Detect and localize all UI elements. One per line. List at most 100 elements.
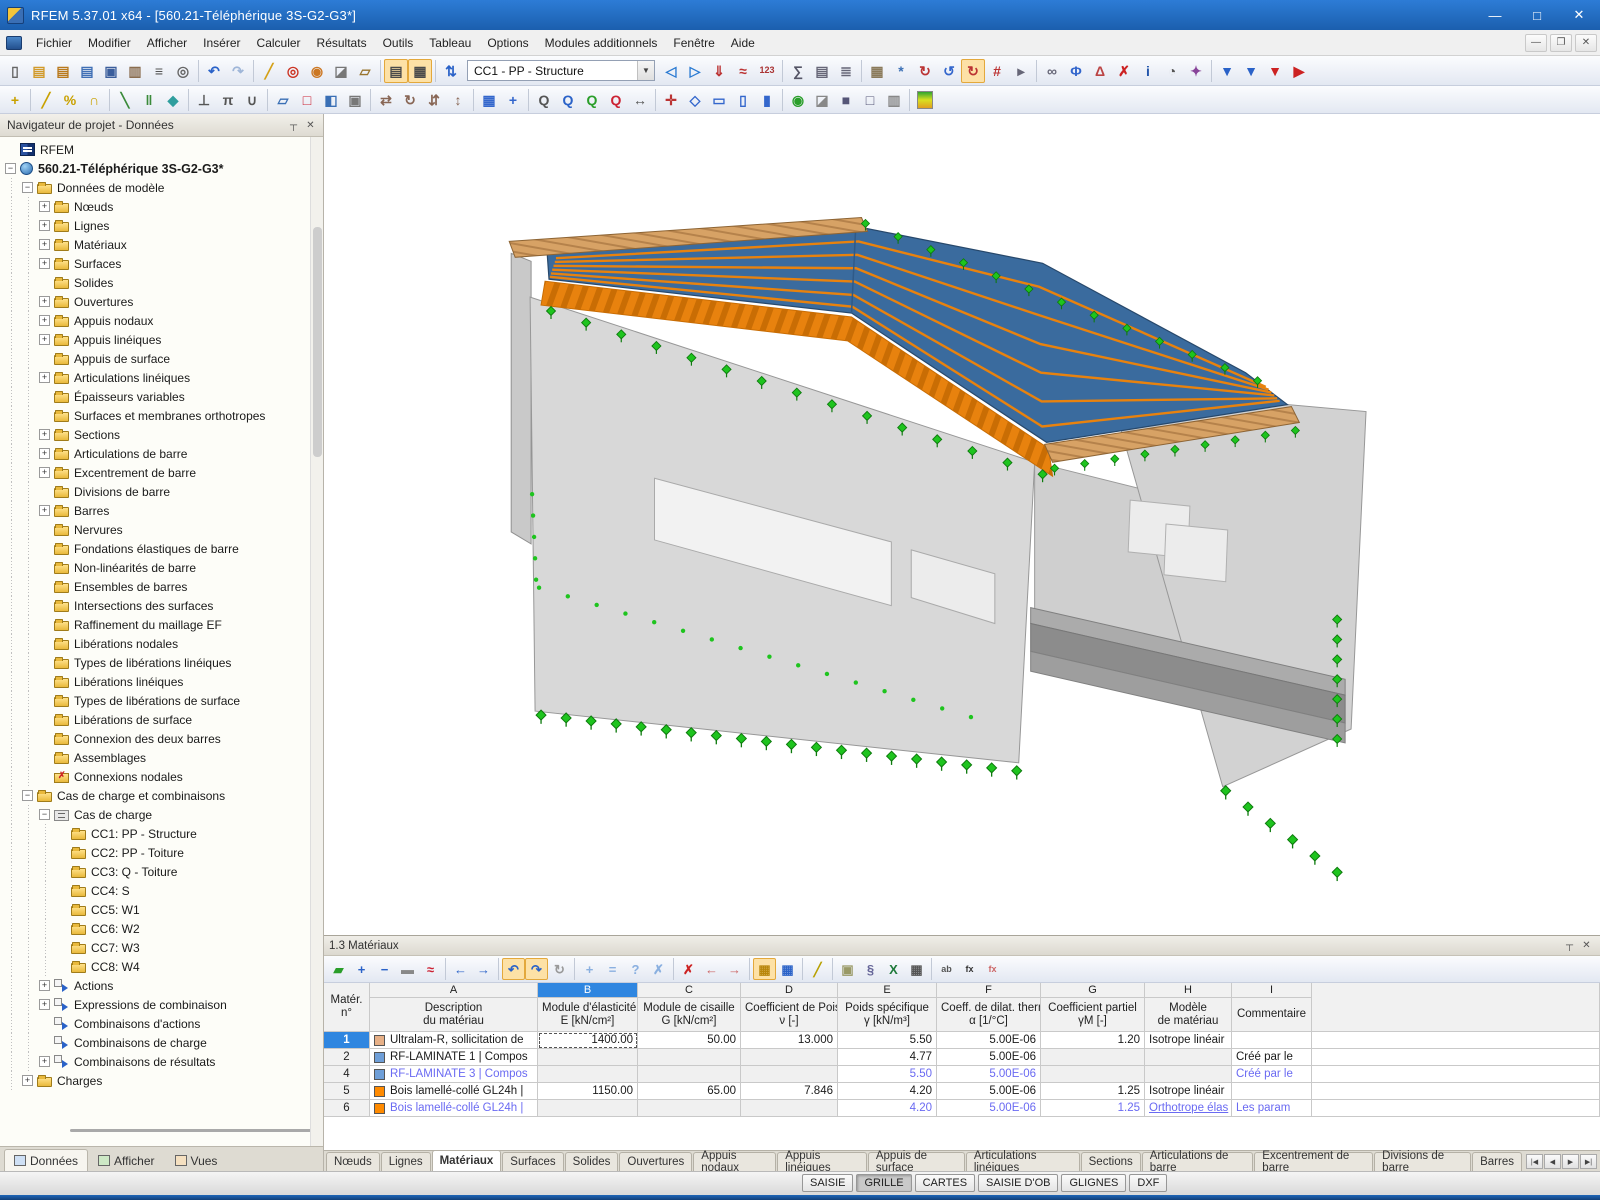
tree-item-combinaisons-d-actions[interactable]: Combinaisons d'actions	[4, 1014, 310, 1033]
tree-item-combinaisons-de-charge[interactable]: Combinaisons de charge	[4, 1033, 310, 1052]
tree-item-surfaces-et-membranes-orthotro[interactable]: Surfaces et membranes orthotropes	[4, 406, 310, 425]
table-tab-n-uds[interactable]: Nœuds	[326, 1152, 380, 1171]
panel-toggle-icon[interactable]: ▥	[882, 88, 906, 112]
fx-icon[interactable]: fx	[958, 958, 981, 980]
tree-item-cc1-pp-structure[interactable]: CC1: PP - Structure	[4, 824, 310, 843]
tree-item-cc6-w2[interactable]: CC6: W2	[4, 919, 310, 938]
cell-help-icon[interactable]: ?	[624, 958, 647, 980]
cell-edit-icon[interactable]: =	[601, 958, 624, 980]
cell-gamma[interactable]: 4.77	[838, 1049, 937, 1066]
tree-resize-grip[interactable]	[70, 1129, 323, 1132]
column-header-i[interactable]: Commentaire	[1232, 998, 1312, 1032]
tree-item-cas-de-charge-et-combinaisons[interactable]: −Cas de charge et combinaisons	[4, 786, 310, 805]
move-copy-icon[interactable]: ⇄	[374, 88, 398, 112]
expand-icon[interactable]: +	[22, 1075, 33, 1086]
zoom-cancel-icon[interactable]: Q	[604, 88, 628, 112]
excel-export-icon[interactable]: X	[882, 958, 905, 980]
rotate-negative-icon[interactable]: ↺	[937, 59, 961, 83]
cell-g[interactable]	[638, 1100, 741, 1117]
tree-item-types-de-lib-rations-de-surfac[interactable]: Types de libérations de surface	[4, 691, 310, 710]
cell-e[interactable]: 1150.00	[538, 1083, 638, 1100]
table-tab-mat-riaux[interactable]: Matériaux	[432, 1150, 502, 1171]
menu-outils[interactable]: Outils	[375, 31, 422, 55]
expand-icon[interactable]: +	[39, 258, 50, 269]
tree-item-cc5-w1[interactable]: CC5: W1	[4, 900, 310, 919]
save-icon[interactable]: ▣	[99, 59, 123, 83]
next-tab-button[interactable]: ▶	[1562, 1154, 1579, 1169]
tree-item-cas-de-charge[interactable]: −Cas de charge	[4, 805, 310, 824]
table-tab-divisions-de-barre[interactable]: Divisions de barre	[1374, 1152, 1471, 1171]
menu-fen-tre[interactable]: Fenêtre	[665, 31, 722, 55]
support-nodal-icon[interactable]: ⊥	[192, 88, 216, 112]
cell-g[interactable]	[638, 1049, 741, 1066]
tree-item-fondations-lastiques-de-barre[interactable]: Fondations élastiques de barre	[4, 539, 310, 558]
chart-icon[interactable]: ≈	[419, 958, 442, 980]
render-solid-icon[interactable]: ■	[834, 88, 858, 112]
table-tab-articulations-de-barre[interactable]: Articulations de barre	[1142, 1152, 1254, 1171]
clipboard-icon[interactable]: ▥	[123, 59, 147, 83]
flag-red-1-icon[interactable]: ▼	[1263, 59, 1287, 83]
axis-icon[interactable]: Φ	[1064, 59, 1088, 83]
table-tab-surfaces[interactable]: Surfaces	[502, 1152, 563, 1171]
tree-item-combinaisons-de-r-sultats[interactable]: +Combinaisons de résultats	[4, 1052, 310, 1071]
table-tab-excentrement-de-barre[interactable]: Excentrement de barre	[1254, 1152, 1373, 1171]
maximize-button[interactable]: □	[1516, 0, 1558, 30]
mdi-restore-button[interactable]: ❐	[1550, 34, 1572, 52]
tree-item-rfem[interactable]: RFEM	[4, 140, 310, 159]
expand-icon[interactable]: +	[39, 372, 50, 383]
menu-fichier[interactable]: Fichier	[28, 31, 80, 55]
mirror-copy-icon[interactable]: ⇵	[422, 88, 446, 112]
cell-nu[interactable]	[741, 1100, 838, 1117]
table-redo-icon[interactable]: ↷	[525, 958, 548, 980]
column-letter-e[interactable]: E	[838, 983, 937, 998]
navigator-tab-vues[interactable]: Vues	[165, 1149, 228, 1171]
cell-description[interactable]: RF-LAMINATE 1 | Compos	[370, 1049, 538, 1066]
row-header-4[interactable]: 4	[324, 1066, 370, 1083]
close-icon[interactable]: ✕	[302, 117, 319, 133]
close-icon[interactable]: ✕	[1578, 938, 1595, 954]
expand-icon[interactable]: +	[39, 315, 50, 326]
mdi-close-button[interactable]: ✕	[1575, 34, 1597, 52]
next-load-case-icon[interactable]: ▷	[683, 59, 707, 83]
cell-e[interactable]	[538, 1100, 638, 1117]
tree-item-non-lin-arit-s-de-barre[interactable]: Non-linéarités de barre	[4, 558, 310, 577]
show-loads-icon[interactable]: ⇓	[707, 59, 731, 83]
mirror-icon[interactable]: Δ	[1088, 59, 1112, 83]
cell-description[interactable]: Ultralam-R, sollicitation de	[370, 1032, 538, 1049]
navigator-tab-afficher[interactable]: Afficher	[88, 1149, 164, 1171]
expand-icon[interactable]: +	[39, 980, 50, 991]
calculation-icon[interactable]: ∑	[786, 59, 810, 83]
tree-item-cc7-w3[interactable]: CC7: W3	[4, 938, 310, 957]
cell-model[interactable]	[1145, 1049, 1232, 1066]
column-header-e[interactable]: Poids spécifiqueγ [kN/m³]	[838, 998, 937, 1032]
model-3d-viewport[interactable]	[324, 114, 1600, 935]
grid-view-icon[interactable]: ▦	[776, 958, 799, 980]
cell-comment[interactable]	[1232, 1083, 1312, 1100]
cell-alpha[interactable]: 5.00E-06	[937, 1083, 1041, 1100]
expand-icon[interactable]: +	[39, 220, 50, 231]
cell-comment[interactable]	[1232, 1032, 1312, 1049]
tree-item-donn-es-de-mod-le[interactable]: −Données de modèle	[4, 178, 310, 197]
status-saisie-button[interactable]: SAISIE	[802, 1174, 853, 1192]
delete-icon[interactable]: ✗	[1112, 59, 1136, 83]
tree-item-divisions-de-barre[interactable]: Divisions de barre	[4, 482, 310, 501]
expand-icon[interactable]: +	[39, 467, 50, 478]
tree-item--paisseurs-variables[interactable]: Épaisseurs variables	[4, 387, 310, 406]
pick-object-icon[interactable]: ◪	[329, 59, 353, 83]
status-dxf-button[interactable]: DXF	[1129, 1174, 1167, 1192]
new-surface-icon[interactable]: ▱	[271, 88, 295, 112]
cell-model[interactable]	[1145, 1066, 1232, 1083]
cell-g[interactable]: 50.00	[638, 1032, 741, 1049]
pin-icon[interactable]: ┬	[1561, 938, 1578, 954]
numbering-icon[interactable]: 123	[755, 59, 779, 83]
open-model-icon[interactable]: ▤	[75, 59, 99, 83]
cell-model[interactable]: Orthotrope élas	[1145, 1100, 1232, 1117]
minimize-button[interactable]: —	[1474, 0, 1516, 30]
cell-gamma[interactable]: 5.50	[838, 1032, 937, 1049]
select-special-icon[interactable]: +	[501, 88, 525, 112]
expand-icon[interactable]: +	[39, 296, 50, 307]
new-solid-icon[interactable]: ◧	[319, 88, 343, 112]
table-refresh-icon[interactable]: ↻	[548, 958, 571, 980]
cell-e[interactable]: 1400.00	[538, 1032, 638, 1049]
insert-line-icon[interactable]: ╱	[34, 88, 58, 112]
